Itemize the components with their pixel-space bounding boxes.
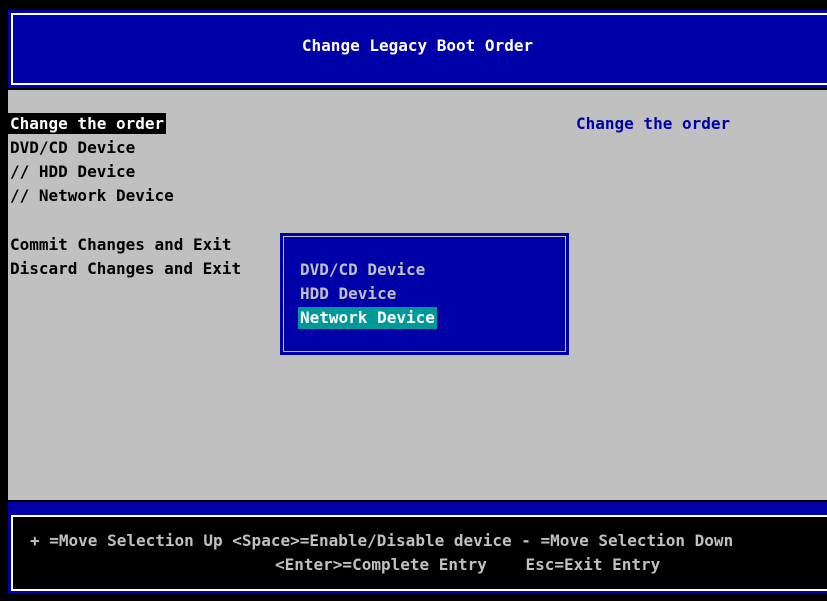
footer-frame: [11, 515, 827, 591]
boot-device-hdd[interactable]: // HDD Device: [8, 161, 137, 182]
popup-item-network[interactable]: Network Device: [298, 307, 437, 329]
bios-screen: Change Legacy Boot Order Change the orde…: [0, 0, 827, 601]
title-bar: Change Legacy Boot Order: [8, 10, 827, 88]
popup-item-hdd[interactable]: HDD Device: [298, 283, 398, 305]
boot-device-network[interactable]: // Network Device: [8, 185, 176, 206]
page-title: Change Legacy Boot Order: [301, 36, 534, 55]
change-order-item[interactable]: Change the order: [8, 113, 167, 134]
footer-keys-line-2: <Enter>=Complete Entry Esc=Exit Entry: [275, 555, 661, 574]
key-help-footer: + =Move Selection Up <Space>=Enable/Disa…: [8, 502, 827, 594]
footer-keys-line-1: + =Move Selection Up <Space>=Enable/Disa…: [30, 531, 734, 550]
boot-order-popup: DVD/CD Device HDD Device Network Device: [280, 233, 569, 355]
help-text: Change the order: [576, 114, 731, 133]
boot-device-dvd[interactable]: DVD/CD Device: [8, 137, 137, 158]
discard-changes-exit[interactable]: Discard Changes and Exit: [8, 258, 243, 279]
commit-changes-exit[interactable]: Commit Changes and Exit: [8, 234, 234, 255]
popup-item-dvd[interactable]: DVD/CD Device: [298, 259, 427, 281]
